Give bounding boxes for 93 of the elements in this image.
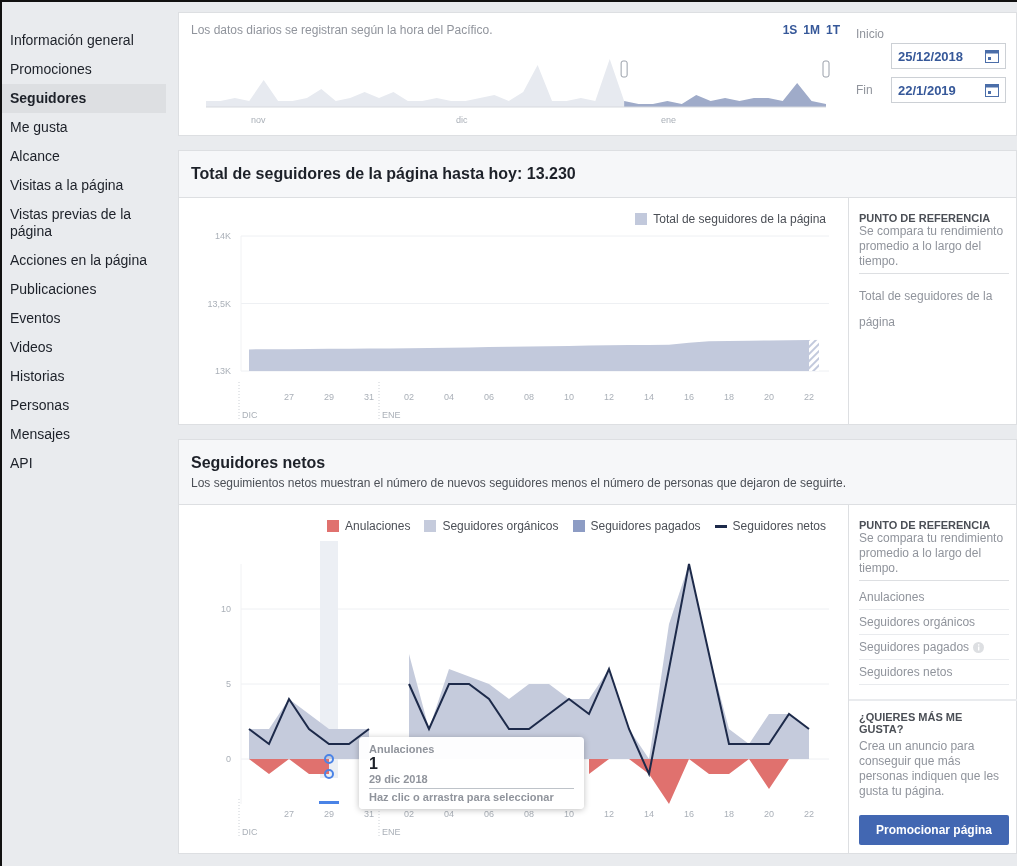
start-date-field[interactable]: 25/12/2018 xyxy=(891,43,1006,69)
x-axis-label: 29 xyxy=(324,392,334,402)
selection-handle[interactable] xyxy=(319,801,339,804)
y-axis-label: 13,5K xyxy=(207,298,231,309)
end-date-field[interactable]: 22/1/2019 xyxy=(891,77,1006,103)
x-axis-label: 08 xyxy=(524,392,534,402)
promo-text: Crea un anuncio para conseguir que más personas indiquen que les gusta tu página. xyxy=(859,739,1001,800)
legend-item[interactable]: Anulaciones xyxy=(327,519,411,533)
x-axis-label: 29 xyxy=(324,809,334,819)
month-label: ene xyxy=(661,115,677,125)
calendar-icon[interactable] xyxy=(985,83,999,97)
benchmark-item-label: Seguidores orgánicos xyxy=(859,615,976,629)
calendar-icon[interactable] xyxy=(985,49,999,63)
benchmark-description: Se compara tu rendimiento promedio a lo largo del tiempo. xyxy=(859,531,1009,581)
month-label: nov xyxy=(251,115,266,125)
sidebar-item[interactable]: Videos xyxy=(2,333,166,362)
x-axis-label: 31 xyxy=(364,809,374,819)
month-label: ENE xyxy=(382,827,401,837)
x-axis-label: 04 xyxy=(444,809,454,819)
range-preset-link[interactable]: 1M xyxy=(803,23,820,37)
sidebar-item[interactable]: Visitas a la página xyxy=(2,171,166,200)
sidebar-item[interactable]: Personas xyxy=(2,391,166,420)
date-label: Fin xyxy=(856,83,873,97)
promote-page-button[interactable]: Promocionar página xyxy=(859,815,1009,845)
tooltip-hint: Haz clic o arrastra para seleccionar xyxy=(369,791,555,803)
sidebar-item[interactable]: Alcance xyxy=(2,142,166,171)
x-axis-label: 12 xyxy=(604,392,614,402)
section-description: Los seguimientos netos muestran el número de nuevos seguidores menos el número de personas que dejaron de seguirte. xyxy=(191,476,848,490)
legend-item[interactable]: Total de seguidores de la página xyxy=(635,212,826,226)
sidebar-item[interactable]: Publicaciones xyxy=(2,275,166,304)
x-axis-label: 06 xyxy=(484,809,494,819)
partial-day-hatch xyxy=(809,339,819,371)
benchmark-item-label: Seguidores netos xyxy=(859,665,953,679)
sidebar-item[interactable]: Seguidores xyxy=(2,84,166,113)
legend-item[interactable]: Seguidores orgánicos xyxy=(424,519,559,533)
benchmark-item-label: Anulaciones xyxy=(859,590,925,604)
y-axis-label: 13K xyxy=(215,366,231,376)
x-axis-label: 20 xyxy=(764,809,774,819)
sidebar-item[interactable]: API xyxy=(2,449,166,478)
x-axis-label: 27 xyxy=(284,392,294,402)
x-axis-label: 18 xyxy=(724,392,734,402)
x-axis-label: 18 xyxy=(724,809,734,819)
x-axis-label: 08 xyxy=(524,809,534,819)
x-axis-label: 04 xyxy=(444,392,454,402)
tooltip-date: 29 dic 2018 xyxy=(369,773,574,789)
benchmark-title: PUNTO DE REFERENCIA xyxy=(859,519,992,531)
month-label: ENE xyxy=(382,410,401,420)
sidebar-item[interactable]: Eventos xyxy=(2,304,166,333)
y-axis-label: 14K xyxy=(215,231,231,241)
x-axis-label: 16 xyxy=(684,392,694,402)
promo-title: ¿QUIERES MÁS ME GUSTA? xyxy=(859,711,964,735)
month-label: dic xyxy=(456,115,468,125)
x-axis-label: 31 xyxy=(364,392,374,402)
legend-item[interactable]: Seguidores netos xyxy=(714,519,826,533)
x-axis-label: 22 xyxy=(804,809,814,819)
sidebar-item[interactable]: Promociones xyxy=(2,55,166,84)
x-axis-label: 16 xyxy=(684,809,694,819)
month-label: DIC xyxy=(242,410,258,420)
x-axis-label: 14 xyxy=(644,809,654,819)
date-label: Inicio xyxy=(856,27,885,41)
range-preset-link[interactable]: 1T xyxy=(826,23,840,37)
x-axis-label: 14 xyxy=(644,392,654,402)
benchmark-item-label: Total de seguidores de la página xyxy=(859,288,994,331)
benchmark-item-label: Seguidores pagados xyxy=(859,640,970,654)
legend-item[interactable]: Seguidores pagados xyxy=(572,519,701,533)
x-axis-label: 12 xyxy=(604,809,614,819)
x-axis-label: 10 xyxy=(564,809,574,819)
x-axis-label: 06 xyxy=(484,392,494,402)
month-label: DIC xyxy=(242,827,258,837)
x-axis-label: 20 xyxy=(764,392,774,402)
sidebar-item[interactable]: Vistas previas de la página xyxy=(2,200,166,246)
y-axis-label: 0 xyxy=(226,754,231,764)
benchmark-title: PUNTO DE REFERENCIA xyxy=(859,212,992,224)
x-axis-label: 10 xyxy=(564,392,574,402)
sidebar-item[interactable]: Me gusta xyxy=(2,113,166,142)
y-axis-label: 5 xyxy=(226,679,231,689)
timezone-note: Los datos diarios se registran según la hora del Pacífico. xyxy=(191,23,493,37)
tooltip-value: 1 xyxy=(369,755,379,773)
sidebar-item[interactable]: Información general xyxy=(2,26,166,55)
tooltip-series: Anulaciones xyxy=(369,743,436,755)
x-axis-label: 02 xyxy=(404,809,414,819)
selection-marker-drawing[interactable] xyxy=(324,754,334,779)
benchmark-description: Se compara tu rendimiento promedio a lo largo del tiempo. xyxy=(859,224,1009,274)
range-preset-link[interactable]: 1S xyxy=(782,23,798,37)
sidebar-item[interactable]: Mensajes xyxy=(2,420,166,449)
section-title: Seguidores netos xyxy=(191,454,327,472)
x-axis-label: 22 xyxy=(804,392,814,402)
sidebar-item[interactable]: Acciones en la página xyxy=(2,246,166,275)
x-axis-label: 27 xyxy=(284,809,294,819)
section-title: Total de seguidores de la página hasta hoy: 13.230 xyxy=(191,165,577,183)
x-axis-label: 02 xyxy=(404,392,414,402)
sidebar-item[interactable]: Historias xyxy=(2,362,166,391)
y-axis-label: 10 xyxy=(221,604,231,614)
